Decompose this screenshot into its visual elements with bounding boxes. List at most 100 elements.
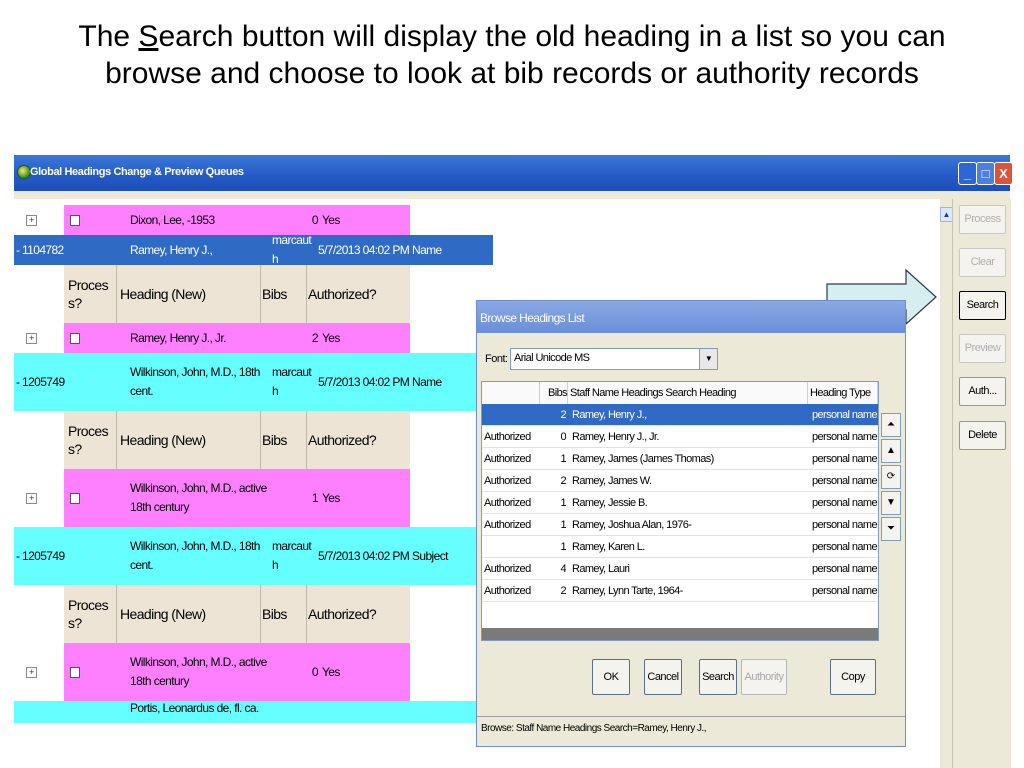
first-page-icon[interactable]: ⏶ [881,413,901,437]
list-cell-status: Authorized [484,453,531,465]
search-button[interactable]: Search [959,291,1006,320]
list-column-header[interactable]: Heading Type [808,382,878,404]
bibs-cell: 0 [311,665,319,679]
header-heading-new: Heading (New) [120,411,260,469]
cancel-button[interactable]: Cancel [644,659,682,695]
header-divider [116,411,117,469]
process-checkbox[interactable] [70,215,80,226]
header-heading-new: Heading (New) [120,265,260,323]
list-cell-type: personal name [812,475,878,487]
list-cell-status: Authorized [484,497,531,509]
list-cell-type: personal name [812,497,878,509]
heading-new-cell: Ramey, Henry J., Jr. [130,330,226,345]
dialog-titlebar[interactable]: Browse Headings List [477,301,905,333]
list-cell-type: personal name [812,585,878,597]
queue-heading-cell: Wilkinson, John, M.D., 18th cent. [130,365,260,398]
list-cell-bibs: 2 [560,475,566,487]
down-arrow-icon[interactable]: ▼ [881,491,901,515]
header-heading-new: Heading (New) [120,585,260,643]
header-divider [306,585,307,643]
bibs-cell: 2 [311,331,319,345]
header-bibs: Bibs [262,585,306,643]
heading-new-cell: Wilkinson, John, M.D., active 18th centu… [130,655,267,688]
list-row[interactable]: Authorized 1 Ramey, Joshua Alan, 1976- pers… [482,514,878,536]
list-row[interactable]: Authorized 4 Ramey, Lauri personal name [482,558,878,580]
list-row[interactable]: 1 Ramey, Karen L. personal name [482,536,878,558]
queue-heading-cell: Portis, Leonardus de, fl. ca. [130,701,259,715]
header-authorized: Authorized? [308,265,408,323]
queue-date-cell: 5/7/2013 04:02 PM [318,375,410,389]
queue-type-cell: Name [412,375,442,389]
process-checkbox[interactable] [70,493,80,504]
list-cell-heading: Ramey, Henry J., Jr. [572,431,659,443]
chevron-down-icon[interactable]: ▼ [699,349,717,369]
list-cell-heading: Ramey, Joshua Alan, 1976- [572,519,692,531]
header-authorized: Authorized? [308,585,408,643]
queue-id-cell: 1205749 [22,375,65,389]
list-cell-status [484,536,540,558]
list-cell-heading: Ramey, James (James Thomas) [572,453,714,465]
list-cell-bibs: 2 [560,585,566,597]
process-checkbox[interactable] [70,667,80,678]
dialog-title: Browse Headings List [480,311,585,325]
list-cell-bibs: 0 [560,431,566,443]
auth-button[interactable]: Auth... [959,377,1006,406]
list-cell-status: Authorized [484,475,531,487]
header-process: Process? [68,585,114,643]
list-column-header[interactable] [482,382,540,404]
clear-button[interactable]: Clear [959,248,1006,277]
list-cell-type: personal name [812,519,878,531]
header-process: Process? [68,411,114,469]
font-select[interactable]: Arial Unicode MS ▼ [510,348,718,370]
refresh-icon[interactable]: ⟳ [881,465,901,489]
expand-plus-icon[interactable]: + [26,215,37,226]
list-cell-type: personal name [812,541,878,553]
font-label: Font: [485,353,508,365]
list-cell-status: Authorized [484,585,531,597]
close-button[interactable]: X [994,162,1013,185]
ok-button[interactable]: OK [592,659,630,695]
search-button-dialog[interactable]: Search [699,659,737,695]
window-titlebar[interactable]: Global Headings Change & Preview Queues … [14,155,1013,191]
list-row[interactable]: Authorized 1 Ramey, James (James Thomas) pe… [482,448,878,470]
list-column-header[interactable]: Staff Name Headings Search Heading [568,382,808,404]
expand-plus-icon[interactable]: + [26,667,37,678]
heading-new-cell: Wilkinson, John, M.D., active 18th centu… [130,481,267,514]
list-cell-status [484,404,540,426]
list-row[interactable]: Authorized 2 Ramey, James W. personal name [482,470,878,492]
queue-id-cell: 1104782 [22,243,64,257]
header-divider [260,411,261,469]
copy-button[interactable]: Copy [830,659,876,695]
authorized-cell: Yes [322,491,340,505]
list-cell-heading: Ramey, Karen L. [572,541,645,553]
browse-headings-dialog: Browse Headings List Font: Arial Unicode… [476,300,906,747]
authorized-cell: Yes [322,665,340,679]
up-arrow-icon[interactable]: ▲ [881,439,901,463]
list-column-header[interactable]: Bibs [540,382,568,404]
authority-button[interactable]: Authority [741,659,787,695]
list-cell-bibs: 1 [560,453,566,465]
process-checkbox[interactable] [70,333,80,344]
expand-plus-icon[interactable]: + [26,333,37,344]
list-row[interactable]: 2 Ramey, Henry J., personal name [482,404,878,426]
slide-title-post: earch button will display the old headin… [105,20,946,90]
header-divider [116,585,117,643]
list-row[interactable]: Authorized 0 Ramey, Henry J., Jr. personal … [482,426,878,448]
header-process: Process? [68,265,114,323]
list-cell-type: personal name [812,563,878,575]
queue-heading-cell: Ramey, Henry J., [130,242,213,257]
maximize-button[interactable]: □ [976,162,995,185]
header-divider [306,411,307,469]
delete-button[interactable]: Delete [959,421,1006,450]
minimize-button[interactable]: _ [958,162,977,185]
header-bibs: Bibs [262,265,306,323]
expand-plus-icon[interactable]: + [26,493,37,504]
action-button-column: Process Clear Search Preview Auth... Delete [952,199,1011,768]
process-button[interactable]: Process [959,205,1006,234]
app-globe-icon [17,165,31,179]
authorized-cell: Yes [322,213,340,227]
preview-button[interactable]: Preview [959,334,1006,363]
last-page-icon[interactable]: ⏷ [881,517,901,541]
list-row[interactable]: Authorized 1 Ramey, Jessie B. personal name [482,492,878,514]
list-row[interactable]: Authorized 2 Ramey, Lynn Tarte, 1964- perso… [482,580,878,602]
